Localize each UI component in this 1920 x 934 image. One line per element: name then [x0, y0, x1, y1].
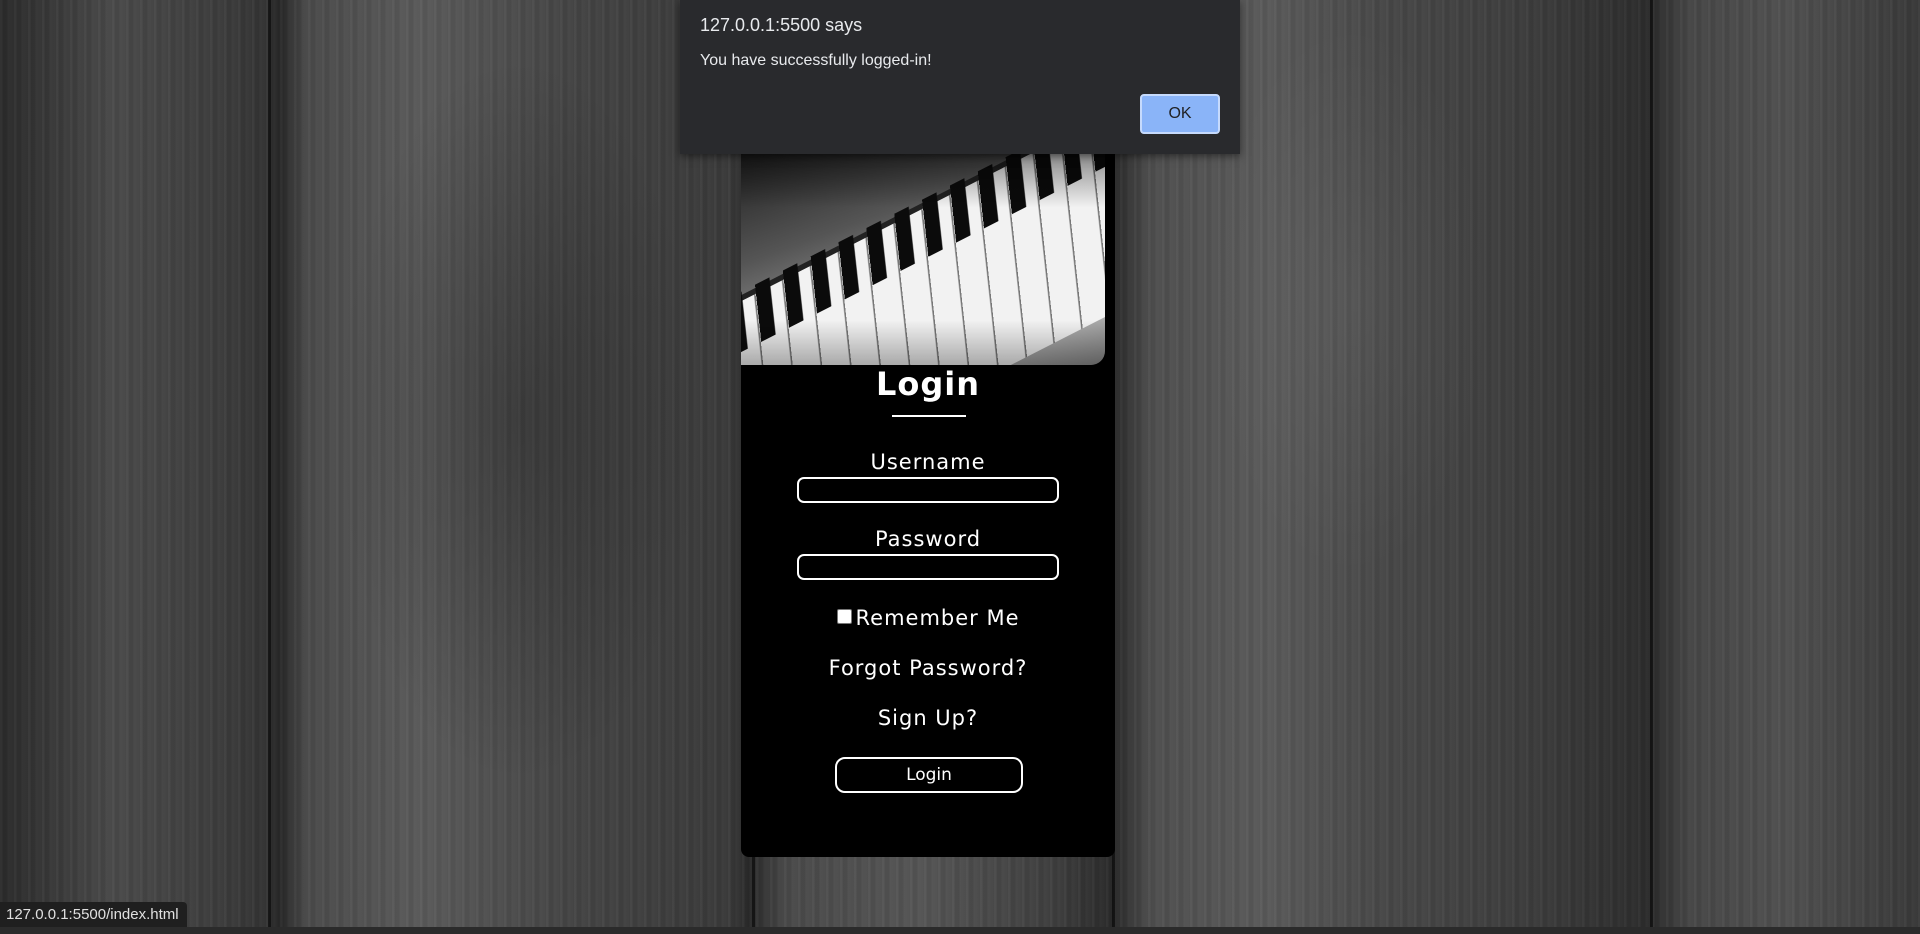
password-input[interactable] [797, 554, 1059, 580]
username-input[interactable] [797, 477, 1059, 503]
remember-me-checkbox[interactable] [836, 608, 852, 624]
plank-seam [1650, 0, 1653, 934]
forgot-password-link[interactable]: Forgot Password? [741, 656, 1115, 680]
piano-keys-image [741, 140, 1105, 365]
login-button[interactable]: Login [835, 757, 1023, 793]
status-bar-url: 127.0.0.1:5500/index.html [0, 902, 187, 927]
sign-up-link[interactable]: Sign Up? [741, 706, 1115, 730]
username-label: Username [870, 450, 986, 474]
plank-seam [268, 0, 271, 934]
title-underline [892, 415, 966, 417]
remember-me-label[interactable]: Remember Me [856, 606, 1020, 630]
login-card: Login Username Password Remember Me Forg… [741, 140, 1115, 857]
remember-me-row: Remember Me [741, 606, 1115, 630]
bottom-edge [0, 927, 1920, 934]
login-title: Login [875, 365, 981, 403]
password-label: Password [874, 527, 982, 551]
alert-dialog: 127.0.0.1:5500 says You have successfull… [680, 0, 1240, 154]
ok-button[interactable]: OK [1140, 94, 1220, 134]
dialog-message: You have successfully logged-in! [700, 52, 932, 69]
dialog-origin: 127.0.0.1:5500 says [700, 15, 863, 35]
